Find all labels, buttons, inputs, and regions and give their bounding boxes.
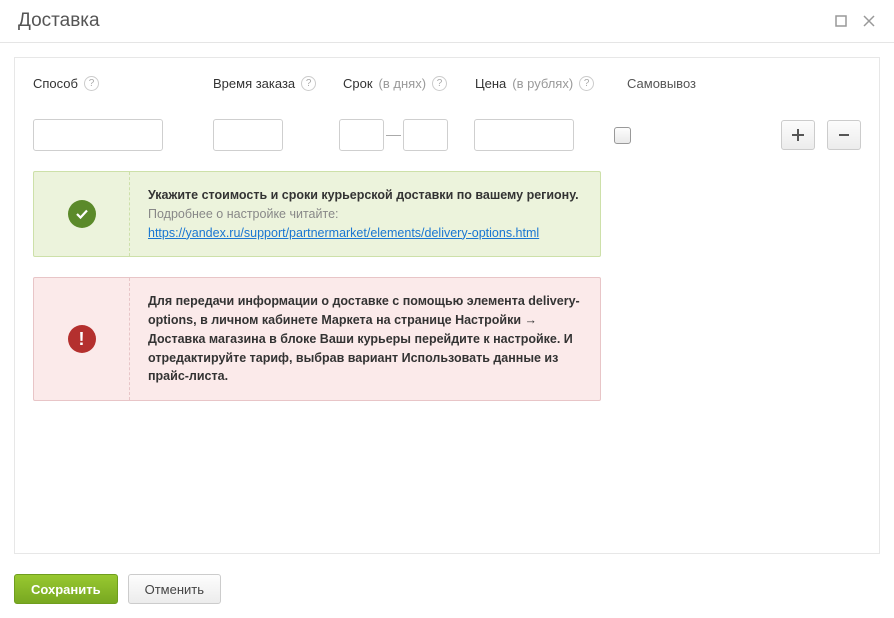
- delivery-panel: Способ ? Время заказа ? Срок (в днях) ? …: [14, 57, 880, 554]
- alert-success: Укажите стоимость и сроки курьерской дос…: [33, 171, 601, 257]
- plus-icon: [791, 128, 805, 142]
- alert-success-title: Укажите стоимость и сроки курьерской дос…: [148, 186, 582, 205]
- header-duration: Срок (в днях) ?: [343, 76, 475, 91]
- minus-icon: [837, 128, 851, 142]
- window-header: Доставка: [0, 0, 894, 43]
- cancel-button[interactable]: Отменить: [128, 574, 221, 604]
- header-duration-label: Срок: [343, 76, 373, 91]
- window-title: Доставка: [18, 10, 100, 32]
- close-icon[interactable]: [862, 14, 876, 28]
- help-icon[interactable]: ?: [84, 76, 99, 91]
- help-icon[interactable]: ?: [579, 76, 594, 91]
- pickup-checkbox[interactable]: [614, 127, 631, 144]
- column-headers: Способ ? Время заказа ? Срок (в днях) ? …: [33, 76, 861, 91]
- header-method-label: Способ: [33, 76, 78, 91]
- duration-group: [339, 119, 448, 151]
- header-pickup: Самовывоз: [627, 76, 717, 91]
- remove-row-button[interactable]: [827, 120, 861, 150]
- alert-error-body: Для передачи информации о доставке с пом…: [130, 278, 600, 400]
- delivery-row: [33, 119, 861, 151]
- alert-success-body: Укажите стоимость и сроки курьерской дос…: [130, 172, 600, 256]
- header-pickup-label: Самовывоз: [627, 76, 696, 91]
- duration-dash: [386, 135, 401, 136]
- help-icon[interactable]: ?: [432, 76, 447, 91]
- alert-error-text: Для передачи информации о доставке с пом…: [148, 292, 582, 386]
- header-price-hint: (в рублях): [512, 76, 573, 91]
- method-input[interactable]: [33, 119, 163, 151]
- add-row-button[interactable]: [781, 120, 815, 150]
- order-time-input[interactable]: [213, 119, 283, 151]
- exclamation-circle-icon: !: [68, 325, 96, 353]
- alert-error: ! Для передачи информации о доставке с п…: [33, 277, 601, 401]
- header-order-time: Время заказа ?: [213, 76, 343, 91]
- dialog-footer: Сохранить Отменить: [0, 568, 894, 618]
- header-price: Цена (в рублях) ?: [475, 76, 623, 91]
- row-actions: [781, 120, 861, 150]
- help-icon[interactable]: ?: [301, 76, 316, 91]
- duration-to-input[interactable]: [403, 119, 448, 151]
- alert-success-left: [34, 172, 130, 256]
- check-circle-icon: [68, 200, 96, 228]
- maximize-icon[interactable]: [834, 14, 848, 28]
- window-controls: [834, 14, 876, 28]
- save-button[interactable]: Сохранить: [14, 574, 118, 604]
- price-input[interactable]: [474, 119, 574, 151]
- alert-error-left: !: [34, 278, 130, 400]
- header-method: Способ ?: [33, 76, 213, 91]
- pickup-checkbox-wrap: [614, 127, 631, 144]
- duration-from-input[interactable]: [339, 119, 384, 151]
- header-price-label: Цена: [475, 76, 506, 91]
- alert-success-link[interactable]: https://yandex.ru/support/partnermarket/…: [148, 226, 539, 240]
- header-duration-hint: (в днях): [379, 76, 426, 91]
- alert-success-subtitle: Подробнее о настройке читайте:: [148, 205, 582, 224]
- header-order-time-label: Время заказа: [213, 76, 295, 91]
